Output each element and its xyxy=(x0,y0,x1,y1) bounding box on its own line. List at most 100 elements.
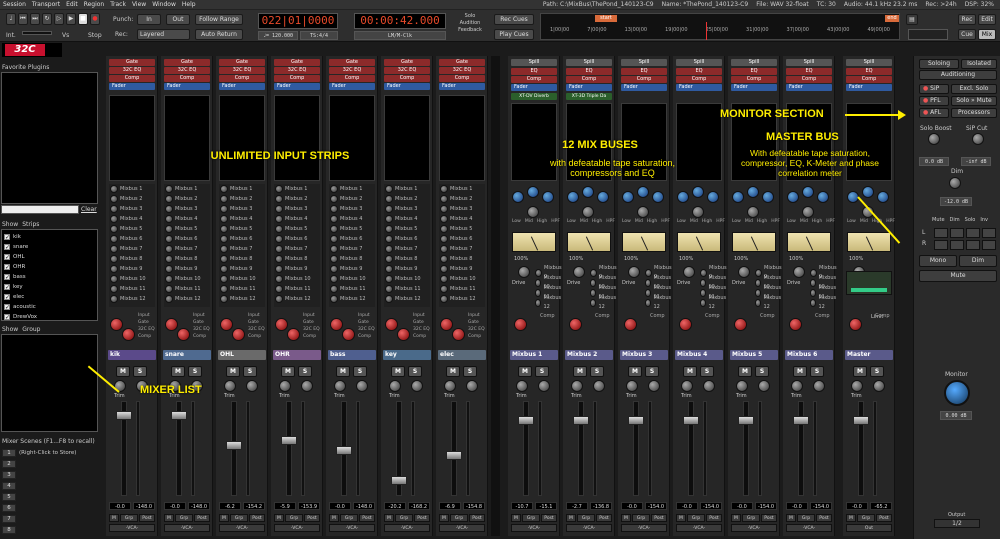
eq-high-knob[interactable] xyxy=(762,191,774,203)
send-row[interactable]: Mixbus 4 xyxy=(439,214,485,224)
eq-low-knob[interactable] xyxy=(567,191,579,203)
comp-knob[interactable] xyxy=(679,318,692,331)
mute-button[interactable]: M xyxy=(738,366,752,377)
send-knob[interactable] xyxy=(330,225,338,233)
send-row[interactable]: Mixbus 5 xyxy=(384,224,430,234)
send-knob[interactable] xyxy=(275,205,283,213)
plugin-comp[interactable]: Comp xyxy=(274,75,320,82)
plugin-insert[interactable]: XT-DV Diverb xyxy=(511,93,557,100)
mute-button[interactable]: M xyxy=(391,366,405,377)
send-knob[interactable] xyxy=(330,215,338,223)
send-knob[interactable] xyxy=(110,205,118,213)
send-row[interactable]: Mixbus 12 xyxy=(589,295,618,310)
eq-high-knob[interactable] xyxy=(652,191,664,203)
send-row[interactable]: Mixbus 3 xyxy=(274,204,320,214)
pan-knob[interactable] xyxy=(356,380,368,392)
eq-mid-knob[interactable] xyxy=(747,186,759,198)
send-knob[interactable] xyxy=(700,269,707,277)
track-name[interactable]: OHR xyxy=(273,350,321,360)
send-knob[interactable] xyxy=(220,285,228,293)
send-knob[interactable] xyxy=(810,299,817,307)
plugin-comp[interactable]: Comp xyxy=(384,75,430,82)
send-knob[interactable] xyxy=(590,279,597,287)
plugin-gate[interactable]: Gate xyxy=(164,59,210,66)
comp-knob[interactable] xyxy=(789,318,802,331)
plugin-spill[interactable]: Spill xyxy=(786,59,832,66)
send-row[interactable]: Mixbus 1 xyxy=(274,184,320,194)
bus-name[interactable]: Mixbus 4 xyxy=(675,350,723,360)
solo-button[interactable]: S xyxy=(408,366,422,377)
stop-icon[interactable]: ■ xyxy=(78,13,88,25)
send-row[interactable]: Mixbus 5 xyxy=(274,224,320,234)
solo-button[interactable]: S xyxy=(535,366,549,377)
send-row[interactable]: Mixbus 8 xyxy=(109,254,155,264)
grid-toggle[interactable] xyxy=(966,228,980,238)
send-knob[interactable] xyxy=(110,235,118,243)
hpf-knob[interactable] xyxy=(747,206,759,218)
send-knob[interactable] xyxy=(220,185,228,193)
post-button[interactable]: Post xyxy=(249,514,265,522)
fader-handle[interactable] xyxy=(171,411,187,420)
plugin-32c-eq[interactable]: 32C EQ xyxy=(164,67,210,74)
send-row[interactable]: Mixbus 12 xyxy=(164,294,210,304)
send-row[interactable]: Mixbus 6 xyxy=(164,234,210,244)
eq-low-knob[interactable] xyxy=(622,191,634,203)
send-knob[interactable] xyxy=(755,269,762,277)
scene-row[interactable]: 7 xyxy=(2,514,92,524)
send-row[interactable]: Mixbus 7 xyxy=(384,244,430,254)
send-row[interactable]: Mixbus 12 xyxy=(329,294,375,304)
post-button[interactable]: Post xyxy=(596,514,612,522)
send-knob[interactable] xyxy=(385,215,393,223)
fader-handle[interactable] xyxy=(793,416,809,425)
clear-button[interactable]: Clear xyxy=(81,206,97,213)
peak-value[interactable]: -148.0 xyxy=(133,502,155,510)
send-knob[interactable] xyxy=(755,299,762,307)
mode-m[interactable]: M xyxy=(846,514,856,522)
send-row[interactable]: Mixbus 11 xyxy=(109,284,155,294)
plugin-fader[interactable]: Fader xyxy=(439,83,485,90)
send-row[interactable]: Mixbus 3 xyxy=(109,204,155,214)
post-button[interactable]: Post xyxy=(651,514,667,522)
send-row[interactable]: Mixbus 12 xyxy=(109,294,155,304)
trim-knob[interactable] xyxy=(791,380,803,392)
auditioning-indicator[interactable]: Auditioning xyxy=(919,70,997,80)
send-row[interactable]: Mixbus 7 xyxy=(164,244,210,254)
grp-button[interactable]: Grp xyxy=(742,514,760,522)
send-knob[interactable] xyxy=(165,195,173,203)
checkbox-icon[interactable]: ✓ xyxy=(4,233,10,240)
gain-value[interactable]: -0.0 xyxy=(676,502,698,510)
send-row[interactable]: Mixbus 3 xyxy=(384,204,430,214)
solo-button[interactable]: S xyxy=(298,366,312,377)
send-row[interactable]: Mixbus 12 xyxy=(809,295,838,310)
send-knob[interactable] xyxy=(165,265,173,273)
send-knob[interactable] xyxy=(275,255,283,263)
cue-window-button[interactable]: Cue xyxy=(958,29,976,40)
eq-low-knob[interactable] xyxy=(677,191,689,203)
peak-value[interactable]: -168.2 xyxy=(408,502,430,510)
grp-button[interactable]: Grp xyxy=(120,514,138,522)
plugin-search-input[interactable] xyxy=(1,205,79,214)
sip-button[interactable]: ● SiP xyxy=(919,84,949,94)
gain-value[interactable]: -0.0 xyxy=(846,502,868,510)
mute-button[interactable]: M xyxy=(573,366,587,377)
send-knob[interactable] xyxy=(385,185,393,193)
checkbox-icon[interactable]: ✓ xyxy=(4,313,10,320)
send-row[interactable]: Mixbus 10 xyxy=(109,274,155,284)
play-range-icon[interactable]: ▷ xyxy=(54,13,64,25)
send-row[interactable]: Mixbus 9 xyxy=(439,264,485,274)
solo-button[interactable]: S xyxy=(645,366,659,377)
edit-window-button[interactable]: Edit xyxy=(978,14,996,25)
plugin-insert[interactable]: XT-3D Triple Da xyxy=(566,93,612,100)
drive-knob[interactable] xyxy=(573,266,585,278)
send-knob[interactable] xyxy=(220,275,228,283)
plugin-32c-eq[interactable]: 32C EQ xyxy=(439,67,485,74)
mute-button[interactable]: M xyxy=(793,366,807,377)
input-gain-knob[interactable] xyxy=(440,318,453,331)
drive-knob[interactable] xyxy=(518,266,530,278)
send-knob[interactable] xyxy=(220,255,228,263)
bus-name[interactable]: Mixbus 5 xyxy=(730,350,778,360)
trim-knob[interactable] xyxy=(736,380,748,392)
plugin-spill[interactable]: Spill xyxy=(731,59,777,66)
plugin-gate[interactable]: Gate xyxy=(384,59,430,66)
eq-high-knob[interactable] xyxy=(542,191,554,203)
